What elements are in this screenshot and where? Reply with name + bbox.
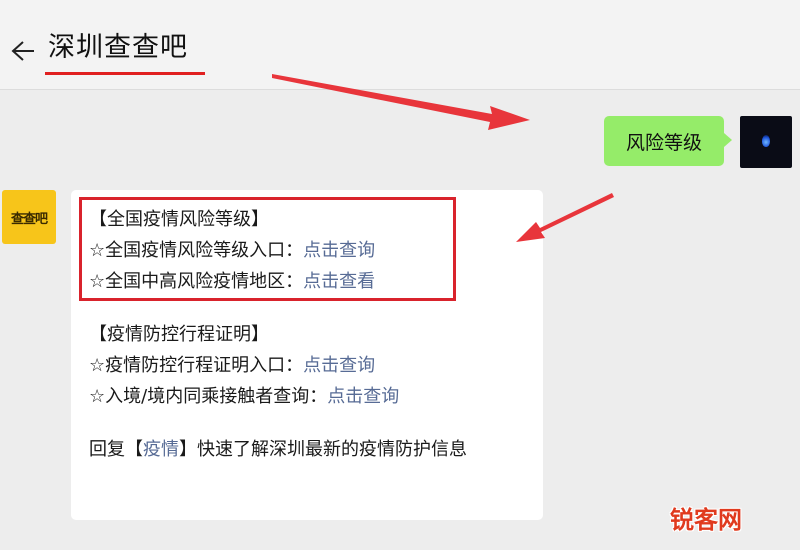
reply-hint-after: 】快速了解深圳最新的疫情防护信息 [179, 439, 467, 460]
bot-avatar[interactable]: 查查吧 [2, 190, 56, 244]
travel-proof-query-link[interactable]: 点击查询 [303, 355, 375, 376]
flame-icon [762, 135, 770, 147]
page-title: 深圳查查吧 [48, 32, 188, 63]
bot-avatar-logo: 查查吧 [10, 211, 48, 227]
back-arrow-icon [11, 41, 34, 61]
list-item-travel-proof-entry: ☆疫情防控行程证明入口：点击查询 [89, 350, 543, 381]
reply-hint-before: 回复【 [89, 439, 143, 460]
reply-hint-text: 回复【疫情】快速了解深圳最新的疫情防护信息 [89, 434, 529, 465]
list-item-label: ☆疫情防控行程证明入口： [89, 355, 304, 376]
list-item-contact-query: ☆入境/境内同乘接触者查询：点击查询 [89, 381, 543, 412]
list-item-label: ☆入境/境内同乘接触者查询： [89, 386, 328, 407]
more-menu-icon[interactable]: ⋮ [794, 44, 800, 64]
site-watermark: 锐客网 [670, 506, 742, 534]
epidemic-keyword-link[interactable]: 疫情 [143, 439, 179, 460]
title-underline-annotation [45, 72, 205, 75]
user-message-text: 风险等级 [625, 131, 702, 154]
back-button[interactable] [8, 36, 38, 66]
highlight-box-annotation [79, 197, 456, 301]
section-heading-travel-proof: 【疫情防控行程证明】 [89, 324, 269, 345]
user-avatar[interactable] [740, 116, 792, 168]
chat-header: 深圳查查吧 ⋮ [0, 0, 800, 90]
contact-query-link[interactable]: 点击查询 [327, 386, 399, 407]
user-message-bubble: 风险等级 [604, 116, 732, 166]
